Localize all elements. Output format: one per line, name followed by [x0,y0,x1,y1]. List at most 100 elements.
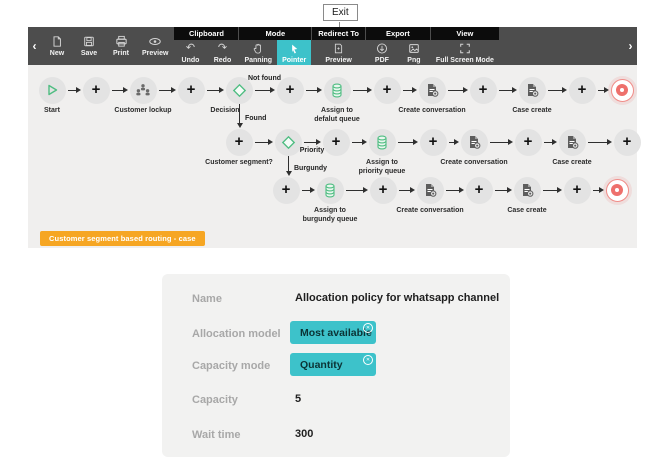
flow-arrow [254,89,271,91]
flow-arrowhead [409,187,415,193]
flow-arrowhead [269,87,275,93]
end-node[interactable] [610,78,634,102]
capacity-label: Capacity [192,394,238,406]
full-screen-mode-button[interactable]: Full Screen Mode [431,40,499,67]
chip-remove-icon[interactable]: ✕ [363,323,373,333]
name-value: Allocation policy for whatsapp channel [295,292,500,304]
redo-button[interactable]: ↷ Redo [206,40,238,67]
save-icon [83,35,95,48]
decision-diamond-icon [232,83,246,97]
properties-panel: Name Allocation policy for whatsapp chan… [162,274,510,457]
queue-node[interactable] [368,128,396,156]
panning-button[interactable]: Panning [239,40,277,67]
pointer-button[interactable]: Pointer [277,40,312,67]
flow-arrowhead [598,187,604,193]
node-label: Customer lockup [114,107,172,114]
doc-node[interactable] [558,128,586,156]
toolbar-scroll-left[interactable]: ‹ [28,27,41,65]
doc-node[interactable] [418,76,446,104]
flow-arrowhead [507,139,513,145]
end-node[interactable] [605,178,629,202]
plus-node[interactable]: + [613,128,641,156]
button-label: Redo [213,57,232,64]
node-label: Assign to defalut queue [314,107,360,123]
plus-node[interactable]: + [322,128,350,156]
flow-arrowhead [412,139,418,145]
flow-arrow [489,141,509,143]
save-button[interactable]: Save [73,33,105,60]
doc-node[interactable] [518,76,546,104]
node-label: Customer segment? [205,159,273,166]
new-button[interactable]: New [41,33,73,60]
plus-node[interactable]: + [563,176,591,204]
document-action-icon [428,84,439,97]
plus-node[interactable]: + [568,76,596,104]
plus-node[interactable]: + [419,128,447,156]
lookup-node[interactable] [129,76,157,104]
eye-icon [148,35,162,48]
start-node[interactable] [38,76,66,104]
flow-arrow [397,141,414,143]
export-png-button[interactable]: Png [398,40,430,67]
flow-branch-arrowhead [285,171,292,176]
plus-node[interactable]: + [469,76,497,104]
queue-node[interactable] [316,176,344,204]
node-label: Create conversation [396,207,464,214]
flow-arrowhead [561,87,567,93]
group-title: View [430,27,499,40]
redirect-preview-button[interactable]: Preview [320,40,356,67]
button-label: Preview [325,57,352,64]
flow-arrowhead [316,87,322,93]
group-title: Clipboard [174,27,239,40]
undo-button[interactable]: ↶ Undo [174,40,206,67]
node-label: Create conversation [398,107,466,114]
plus-node[interactable]: + [465,176,493,204]
toolbar-group-redirect-to: Redirect To Preview [312,27,365,65]
print-button[interactable]: Print [105,33,137,60]
plus-node[interactable]: + [272,176,300,204]
queue-node[interactable] [323,76,351,104]
flow-arrowhead [603,87,609,93]
branch-label: Found [245,115,267,122]
redo-icon: ↷ [217,42,228,54]
document-action-icon [470,136,481,149]
doc-node[interactable] [460,128,488,156]
capacity-mode-chip[interactable]: Quantity ✕ [290,353,376,376]
plus-node[interactable]: + [177,76,205,104]
flow-arrowhead [122,87,128,93]
file-button-cluster: New Save Print Preview [41,27,173,65]
button-label: Preview [142,49,169,57]
export-pdf-button[interactable]: PDF [366,40,398,67]
document-action-icon [568,136,579,149]
plus-node[interactable]: + [276,76,304,104]
flow-arrowhead [453,139,459,145]
exit-button[interactable]: Exit [323,4,358,21]
chip-remove-icon[interactable]: ✕ [363,355,373,365]
toolbar-scroll-right[interactable]: › [624,27,637,65]
flow-arrow [254,141,269,143]
plus-node[interactable]: + [369,176,397,204]
queue-database-icon [377,135,387,149]
node-label: Case create [507,207,547,214]
flow-arrowhead [606,139,612,145]
queue-database-icon [332,83,342,97]
toolbar-group-view: View Full Screen Mode [430,27,499,67]
doc-node[interactable] [513,176,541,204]
allocation-model-chip[interactable]: Most available ✕ [290,321,376,344]
flow-branch-line [288,156,289,172]
node-label: Create conversation [440,159,508,166]
doc-node[interactable] [416,176,444,204]
flow-canvas[interactable]: Customer segment based routing - case St… [28,65,641,248]
customer-group-icon [136,84,150,96]
pdf-icon [376,42,388,55]
plus-node[interactable]: + [373,76,401,104]
flow-arrowhead [506,187,512,193]
plus-node[interactable]: + [82,76,110,104]
plus-node[interactable]: + [225,128,253,156]
name-label: Name [192,293,222,305]
plus-node[interactable]: + [514,128,542,156]
flow-arrowhead [315,139,321,145]
button-label: PDF [374,57,389,64]
preview-button[interactable]: Preview [137,33,173,60]
button-label: Print [113,49,129,57]
